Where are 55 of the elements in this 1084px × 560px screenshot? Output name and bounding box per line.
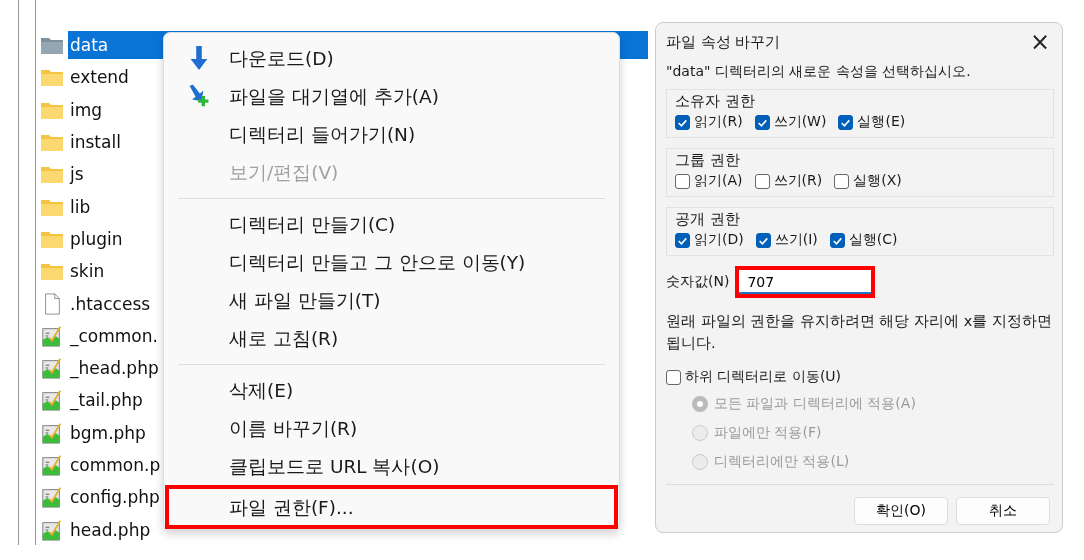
permission-checkbox[interactable]: 읽기(A) — [675, 172, 743, 190]
file-name[interactable]: _head.php — [68, 354, 161, 383]
menu-item[interactable]: 다운로드(D) — [165, 39, 618, 77]
menu-item[interactable]: 파일을 대기열에 추가(A) — [165, 77, 618, 115]
menu-item[interactable]: 파일 권한(F)... — [165, 485, 618, 529]
file-name[interactable]: head.php — [68, 515, 153, 544]
permission-checkbox[interactable]: 실행(C) — [829, 231, 898, 249]
file-name[interactable]: js — [68, 160, 86, 189]
file-name[interactable]: _common. — [68, 321, 160, 350]
file-name[interactable]: extend — [68, 63, 131, 92]
numeric-field[interactable]: 707 — [735, 266, 876, 298]
field-label: 숫자값(N) — [666, 273, 730, 291]
file-name[interactable]: .htaccess — [68, 289, 153, 318]
file-name[interactable]: skin — [68, 257, 107, 286]
script-file-icon — [40, 389, 64, 412]
script-file-icon — [40, 421, 64, 444]
group-title: 그룹 권한 — [675, 151, 741, 170]
menu-item[interactable]: 클립보드로 URL 복사(O) — [165, 447, 618, 485]
group-title: 공개 권한 — [675, 210, 741, 229]
arrow-plus-icon — [187, 83, 211, 109]
file-name[interactable]: plugin — [68, 224, 125, 253]
menu-item[interactable]: 삭제(E) — [165, 371, 618, 409]
dialog-title: 파일 속성 바꾸기 — [666, 32, 781, 52]
menu-item[interactable]: 이름 바꾸기(R) — [165, 409, 618, 447]
script-file-icon — [40, 324, 64, 347]
permission-checkbox[interactable]: 쓰기(W) — [754, 113, 827, 131]
menu-item[interactable]: 새 파일 만들기(T) — [165, 281, 618, 319]
dialog-button[interactable]: 취소 — [956, 497, 1050, 525]
script-file-icon — [40, 486, 64, 509]
menu-item[interactable]: 새로 고침(R) — [165, 319, 618, 357]
recurse-checkbox[interactable]: 하위 디렉터리로 이동(U) — [666, 368, 1054, 386]
close-button[interactable]: × — [1025, 28, 1054, 56]
menu-item[interactable]: 디렉터리 만들기(C) — [165, 205, 618, 243]
file-name[interactable]: config.php — [68, 483, 162, 512]
permission-checkbox[interactable]: 실행(X) — [834, 172, 902, 190]
file-name[interactable]: _tail.php — [68, 386, 145, 415]
note-text: 원래 파일의 권한을 유지하려면 해당 자리에 x를 지정하면 됩니다. — [666, 312, 1053, 353]
permission-checkbox[interactable]: 읽기(R) — [675, 113, 743, 131]
script-file-icon — [40, 454, 64, 476]
instruction-text: "data" 디렉터리의 새로운 속성을 선택하십시오. — [666, 63, 972, 81]
script-file-icon — [40, 518, 64, 541]
file-name[interactable]: img — [68, 95, 105, 124]
permission-checkbox[interactable]: 실행(E) — [838, 113, 906, 131]
permission-checkbox[interactable]: 읽기(D) — [675, 231, 744, 249]
file-name[interactable]: lib — [68, 192, 93, 221]
file-name[interactable]: common.p — [68, 451, 163, 479]
permission-checkbox[interactable]: 쓰기(I) — [755, 231, 818, 249]
menu-item[interactable]: 디렉터리 들어가기(N) — [165, 115, 618, 153]
dialog-button[interactable]: 확인(O) — [854, 497, 948, 525]
file-name[interactable]: bgm.php — [68, 418, 148, 447]
group-title: 소유자 권한 — [675, 92, 756, 111]
script-file-icon — [40, 357, 64, 380]
permission-checkbox[interactable]: 쓰기(R) — [754, 172, 823, 190]
menu-item[interactable]: 디렉터리 만들고 그 안으로 이동(Y) — [165, 243, 618, 281]
file-name[interactable]: install — [68, 128, 123, 157]
